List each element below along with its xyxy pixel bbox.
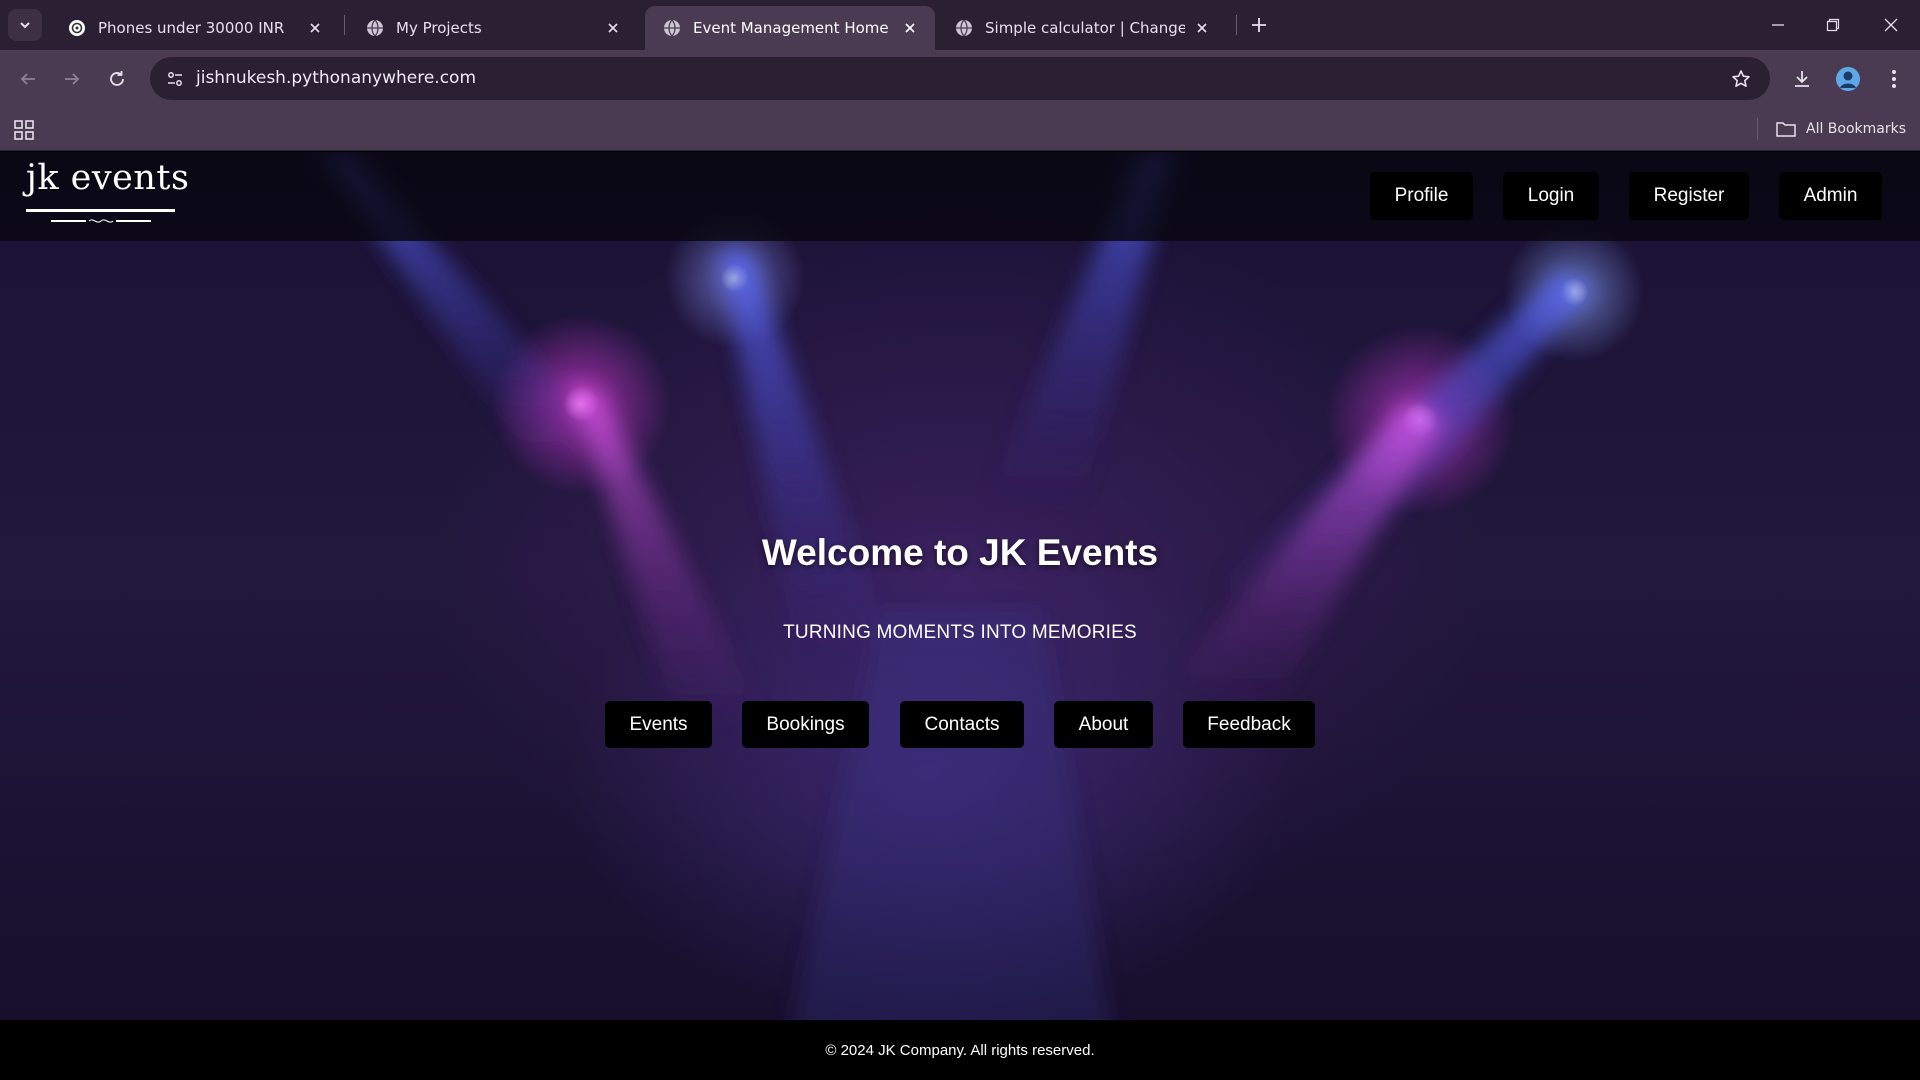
events-button[interactable]: Events (605, 701, 712, 748)
globe-icon (664, 19, 680, 37)
tab-title: Simple calculator | Change proj (985, 19, 1185, 37)
browser-tab-strip: Phones under 30000 INR My Projects Event… (0, 0, 1920, 50)
hero-title: Welcome to JK Events (761, 532, 1159, 573)
site-logo[interactable]: jk events (26, 158, 190, 228)
bookmarks-separator (1757, 118, 1758, 140)
close-icon[interactable] (604, 19, 622, 37)
bookmarks-bar: All Bookmarks (0, 108, 1920, 151)
site-header: jk events Profile Login Register Admin (0, 152, 1920, 241)
all-bookmarks-label: All Bookmarks (1806, 121, 1907, 137)
feedback-button[interactable]: Feedback (1183, 701, 1315, 748)
nav-admin-button[interactable]: Admin (1779, 172, 1882, 220)
minimize-button[interactable] (1763, 10, 1793, 40)
globe-icon (367, 19, 383, 37)
tab-my-projects[interactable]: My Projects (348, 6, 638, 50)
close-icon[interactable] (901, 19, 919, 37)
tune-icon (168, 72, 182, 86)
profile-avatar-button[interactable] (1832, 63, 1864, 95)
arrow-left-icon (20, 73, 35, 85)
reload-icon (110, 71, 124, 86)
browser-menu-button[interactable] (1878, 63, 1910, 95)
tab-separator (1236, 15, 1237, 35)
avatar-icon (1836, 67, 1860, 91)
close-icon[interactable] (1193, 19, 1211, 37)
tab-simple-calculator[interactable]: Simple calculator | Change proj (937, 6, 1227, 50)
contacts-button[interactable]: Contacts (900, 701, 1024, 748)
about-button[interactable]: About (1054, 701, 1153, 748)
nav-register-button[interactable]: Register (1629, 172, 1749, 220)
tab-search-button[interactable] (8, 9, 42, 41)
tab-title: Phones under 30000 INR (98, 19, 285, 37)
logo-flourish-icon (51, 219, 151, 223)
openai-icon (69, 20, 85, 36)
restore-icon (1826, 18, 1840, 32)
back-button[interactable] (12, 63, 44, 95)
tab-event-management[interactable]: Event Management Home (645, 6, 935, 50)
tab-separator (344, 15, 345, 35)
logo-underline (26, 209, 175, 212)
star-icon (1732, 70, 1750, 87)
download-icon (1795, 71, 1809, 87)
url-text[interactable]: jishnukesh.pythonanywhere.com (196, 68, 476, 88)
chevron-down-icon (20, 22, 30, 29)
restore-button[interactable] (1818, 10, 1848, 40)
minimize-icon (1772, 24, 1784, 26)
arrow-right-icon (65, 73, 80, 85)
close-window-button[interactable] (1876, 10, 1906, 40)
plus-icon (1252, 18, 1266, 32)
new-tab-button[interactable] (1245, 11, 1273, 39)
page-content: jk events Profile Login Register Admin W… (0, 152, 1920, 1080)
nav-login-button[interactable]: Login (1503, 172, 1599, 220)
close-icon (1884, 18, 1898, 32)
nav-profile-button[interactable]: Profile (1370, 172, 1473, 220)
tab-title: My Projects (396, 19, 482, 37)
tab-phones[interactable]: Phones under 30000 INR (50, 6, 340, 50)
kebab-menu-icon (1892, 70, 1896, 88)
bookings-button[interactable]: Bookings (742, 701, 869, 748)
folder-icon (1776, 122, 1796, 137)
downloads-button[interactable] (1786, 63, 1818, 95)
site-info-button[interactable] (160, 64, 190, 94)
tab-title: Event Management Home (693, 19, 889, 37)
hero-subtitle: TURNING MOMENTS INTO MEMORIES (783, 622, 1137, 643)
all-bookmarks-button[interactable]: All Bookmarks (1776, 117, 1906, 141)
apps-grid-icon[interactable] (12, 118, 36, 142)
close-icon[interactable] (306, 19, 324, 37)
site-footer: © 2024 JK Company. All rights reserved. (0, 1020, 1920, 1080)
bookmark-star-button[interactable] (1726, 64, 1756, 94)
browser-toolbar: jishnukesh.pythonanywhere.com (0, 50, 1920, 108)
reload-button[interactable] (101, 63, 133, 95)
address-bar[interactable]: jishnukesh.pythonanywhere.com (150, 57, 1770, 100)
globe-icon (956, 19, 972, 37)
forward-button[interactable] (56, 63, 88, 95)
logo-text: jk events (26, 158, 190, 198)
spotlight-background (320, 152, 1595, 1080)
